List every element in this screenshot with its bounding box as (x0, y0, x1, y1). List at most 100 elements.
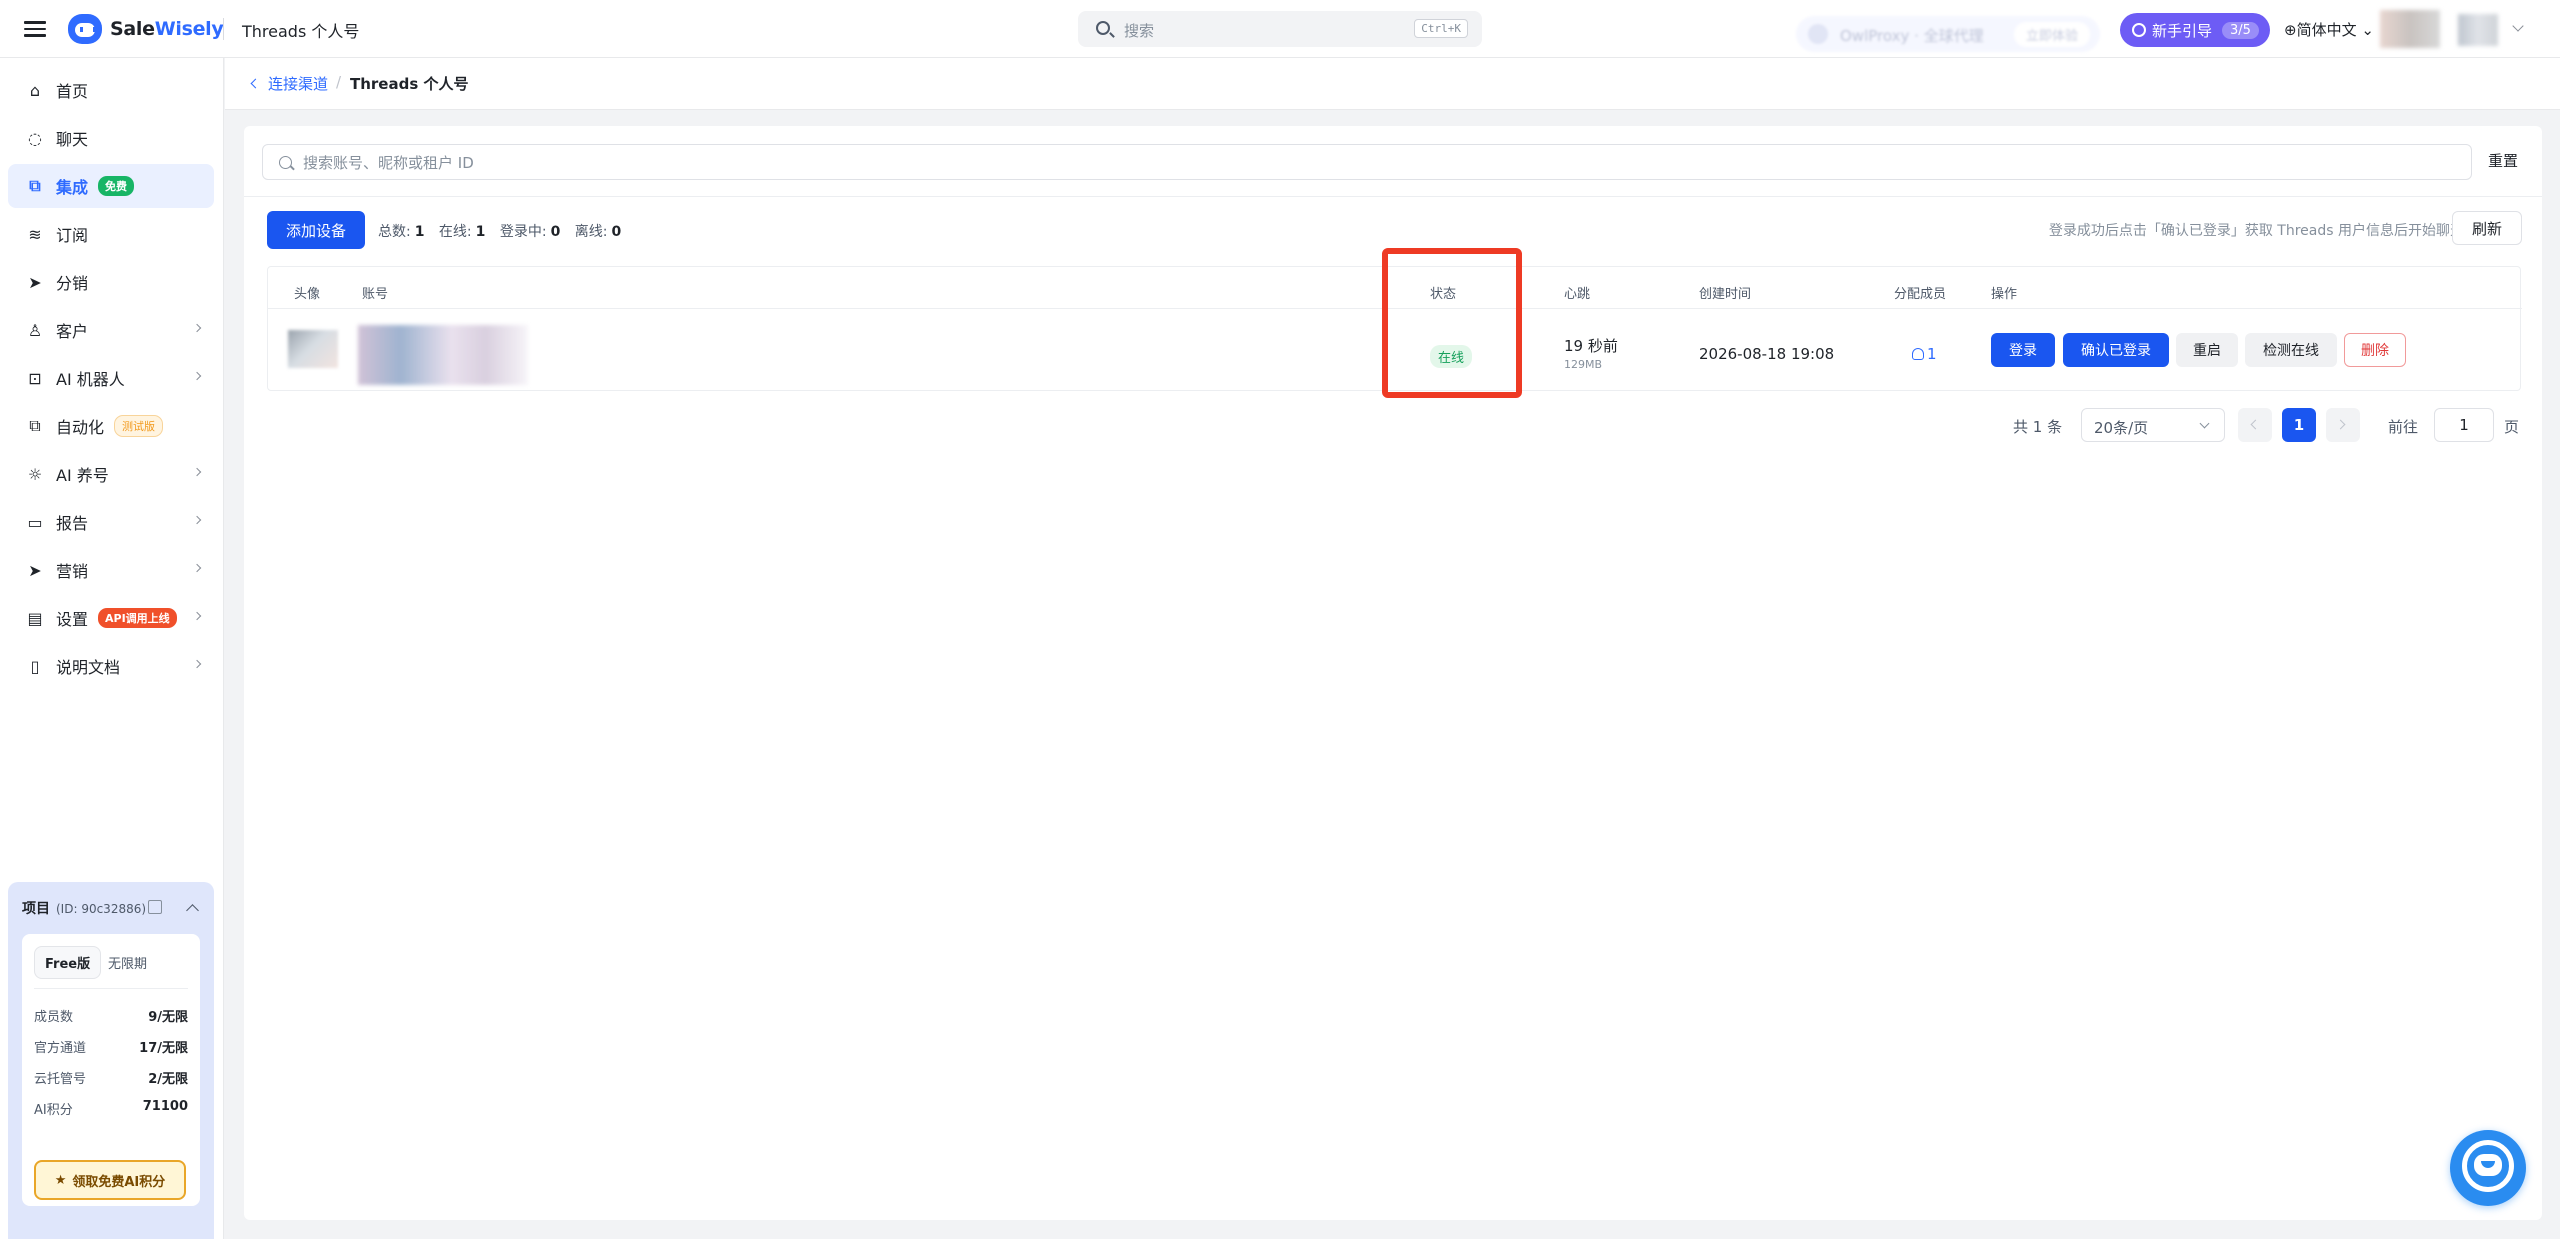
home-icon: ⌂ (29, 80, 41, 100)
support-chat-button[interactable] (2450, 1130, 2526, 1206)
column-header-actions: 操作 (1991, 287, 2018, 302)
pagination: 共 1 条 20条/页 1 前往 页 (244, 408, 2542, 444)
report-icon: ▭ (27, 512, 43, 532)
menu-toggle-icon[interactable] (24, 18, 46, 40)
page-size-value: 20条/页 (2094, 419, 2149, 437)
column-header-heartbeat: 心跳 (1564, 287, 1591, 302)
doc-icon: ▯ (30, 656, 40, 676)
account-search-field[interactable] (262, 144, 2472, 180)
sidebar: ⌂ 首页 ◌ 聊天 ⧉ 集成 免费 ≋ 订阅 ➤ 分销 ♙ 客户 ⊡ AI 机器人 ⧉ 自动化 … (0, 58, 224, 1239)
column-header-created: 创建时间 (1699, 287, 1752, 302)
sidebar-item-label: 客户 (56, 322, 89, 341)
divider (34, 988, 188, 989)
page-size-select[interactable]: 20条/页 (2081, 408, 2225, 442)
sun-icon: ☼ (27, 464, 43, 484)
guide-label: 新手引导 (2152, 21, 2213, 40)
sidebar-item-subscription[interactable]: ≋ 订阅 (8, 212, 214, 256)
project-panel: 项目 (ID: 90c32886) Free版 无限期 成员数 9/无限 官方通道 1… (8, 882, 214, 1239)
project-id: (ID: 90c32886) (56, 902, 147, 916)
refresh-button[interactable]: 刷新 (2452, 211, 2522, 245)
status-badge: 在线 (1430, 345, 1473, 368)
page-unit-label: 页 (2504, 418, 2520, 436)
sidebar-item-ai-robot[interactable]: ⊡ AI 机器人 (8, 356, 214, 400)
confirm-login-button[interactable]: 确认已登录 (2063, 333, 2169, 367)
prev-page-button[interactable] (2238, 408, 2272, 442)
sidebar-item-integration[interactable]: ⧉ 集成 免费 (8, 164, 214, 208)
account-search-input[interactable] (303, 152, 2453, 174)
sidebar-item-label: 设置 (56, 610, 89, 629)
sidebar-item-settings[interactable]: ▤ 设置 API调用上线 (8, 596, 214, 640)
column-header-account: 账号 (362, 287, 389, 302)
sidebar-item-customers[interactable]: ♙ 客户 (8, 308, 214, 352)
stat-members: 成员数 9/无限 (34, 1010, 188, 1025)
sidebar-item-marketing[interactable]: ➤ 营销 (8, 548, 214, 592)
total-count: 共 1 条 (2013, 418, 2063, 436)
stat-cloud-accounts: 云托管号 2/无限 (34, 1072, 188, 1087)
chevron-right-icon (192, 659, 202, 669)
language-selector[interactable]: ⊕简体中文 ⌄ (2284, 19, 2374, 40)
assigned-members-link[interactable]: 1 (1912, 345, 1937, 363)
account-name (358, 325, 528, 385)
divider (268, 308, 2522, 309)
promo-banner[interactable]: OwlProxy · 全球代理 立即体验 (1796, 16, 2100, 52)
user-name[interactable] (2458, 14, 2498, 46)
sidebar-item-label: 首页 (56, 82, 89, 101)
avatar[interactable] (2380, 10, 2440, 48)
user-icon (1912, 348, 1924, 360)
sidebar-item-label: 分销 (56, 274, 89, 293)
promo-button[interactable]: 立即体验 (2013, 22, 2090, 47)
created-time: 2026-08-18 19:08 (1699, 345, 1835, 363)
sidebar-item-docs[interactable]: ▯ 说明文档 (8, 644, 214, 688)
sidebar-item-chat[interactable]: ◌ 聊天 (8, 116, 214, 160)
login-button[interactable]: 登录 (1991, 333, 2055, 367)
sidebar-item-label: AI 机器人 (56, 370, 125, 389)
claim-credits-button[interactable]: ★ 领取免费AI积分 (34, 1160, 186, 1200)
app-logo[interactable]: SaleWisely (68, 13, 224, 45)
chevron-right-icon (192, 323, 202, 333)
send-icon: ➤ (28, 272, 42, 292)
sidebar-item-home[interactable]: ⌂ 首页 (8, 68, 214, 112)
member-count: 1 (1927, 345, 1937, 363)
breadcrumb-separator: / (336, 73, 342, 91)
add-device-button[interactable]: 添加设备 (267, 211, 365, 249)
breadcrumb-parent-link[interactable]: 连接渠道 (268, 73, 328, 94)
check-circle-icon (2132, 23, 2146, 37)
main-panel: 重置 添加设备 总数:1 在线:1 登录中:0 离线:0 登录成功后点击「确认已… (244, 126, 2542, 1220)
breadcrumb: 连接渠道 / Threads 个人号 (225, 58, 2560, 110)
chevron-down-icon[interactable] (2512, 20, 2524, 32)
settings-icon: ▤ (27, 608, 43, 628)
sidebar-item-label: 营销 (56, 562, 89, 581)
free-badge: 免费 (98, 176, 135, 196)
restart-button[interactable]: 重启 (2176, 333, 2238, 367)
sidebar-item-label: 自动化 (56, 418, 105, 437)
next-page-button[interactable] (2326, 408, 2360, 442)
sidebar-item-label: AI 养号 (56, 466, 109, 485)
sidebar-item-reports[interactable]: ▭ 报告 (8, 500, 214, 544)
goto-page-input[interactable] (2434, 408, 2494, 442)
chevron-up-icon[interactable] (186, 904, 199, 917)
chevron-right-icon (192, 563, 202, 573)
sidebar-item-ai-nurture[interactable]: ☼ AI 养号 (8, 452, 214, 496)
sidebar-item-automation[interactable]: ⧉ 自动化 测试版 (8, 404, 214, 448)
language-label: 简体中文 (2296, 21, 2357, 39)
guide-button[interactable]: 新手引导 3/5 (2120, 13, 2270, 47)
global-search[interactable]: 搜索 Ctrl+K (1078, 11, 1482, 47)
chevron-left-icon[interactable] (250, 78, 261, 89)
delete-button[interactable]: 删除 (2344, 333, 2406, 367)
reset-button[interactable]: 重置 (2488, 150, 2518, 171)
sidebar-item-distribution[interactable]: ➤ 分销 (8, 260, 214, 304)
page-number-current[interactable]: 1 (2282, 408, 2316, 442)
device-table: 头像 账号 状态 心跳 创建时间 分配成员 操作 在线 19 秒前 129MB … (267, 266, 2522, 391)
check-online-button[interactable]: 检测在线 (2245, 333, 2337, 367)
sidebar-item-label: 说明文档 (56, 658, 121, 677)
brand-name: SaleWisely (110, 18, 224, 40)
robot-logo-icon (68, 14, 102, 44)
goto-label: 前往 (2388, 418, 2419, 436)
owl-icon (1808, 24, 1828, 44)
copy-icon[interactable] (148, 900, 162, 914)
promo-label: OwlProxy · 全球代理 (1840, 27, 1984, 45)
chevron-right-icon (192, 611, 202, 621)
guide-progress: 3/5 (2222, 21, 2259, 39)
plan-expiry: 无限期 (108, 957, 148, 972)
project-header: 项目 (ID: 90c32886) (22, 898, 146, 918)
